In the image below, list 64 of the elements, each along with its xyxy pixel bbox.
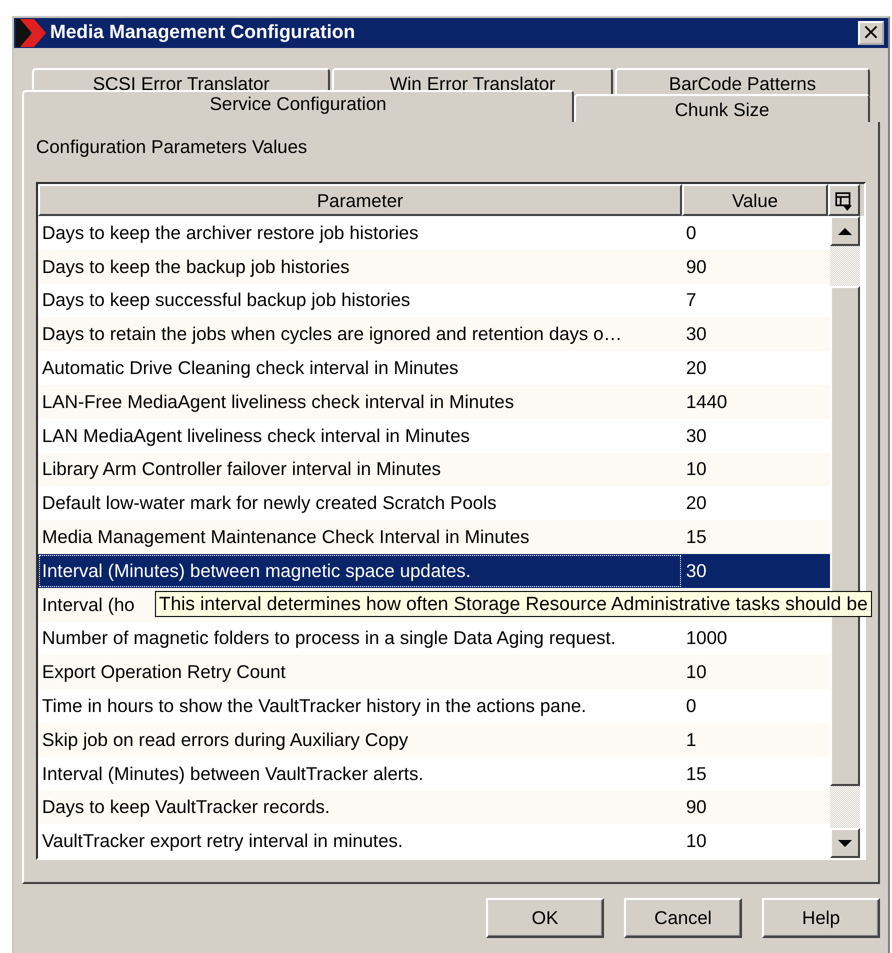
table-cell: Export Operation Retry Count [42,661,286,684]
tab[interactable]: Chunk Size [574,94,870,122]
dialog-button[interactable]: Help [762,898,880,938]
table-cell: 0 [686,222,696,244]
table-cell: Days to retain the jobs when cycles are ignored and retention days o… [42,323,622,346]
table-cell: Days to keep the archiver restore job histories [42,222,418,244]
table-cell: Interval (Minutes) between magnetic space updates. [42,560,471,582]
table-cell: Time in hours to show the VaultTracker history in the actions pane. [42,695,586,718]
table-row[interactable]: Days to retain the jobs when cycles are ignored and retention days o… 30 [38,317,830,352]
close-button[interactable]: × [858,21,884,45]
dialog-button[interactable]: OK [486,898,604,938]
table-row[interactable]: Library Arm Controller failover interval in Minutes 10 [38,452,830,486]
table-cell: 10 [686,458,707,480]
table-cell: 90 [686,796,707,818]
table-cell: Library Arm Controller failover interval in Minutes [42,458,441,480]
table-cell: Days to keep successful backup job histories [42,289,410,312]
table-cell: 30 [686,560,707,582]
table-cell: 7 [686,289,696,312]
table-cell: 0 [686,695,696,718]
chevron-logo-icon [16,19,46,47]
table-row[interactable]: LAN-Free MediaAgent liveliness check interval in Minutes 1440 [38,384,830,419]
table-row[interactable]: Days to keep successful backup job histories 7 [38,284,830,318]
table-cell: 10 [686,830,707,852]
scroll-down-icon[interactable] [830,828,860,858]
table-cell: 10 [686,661,707,684]
table-row[interactable]: Days to keep VaultTracker records. 90 [38,790,830,824]
table-cell: Interval (ho [42,594,135,616]
table-cell: Default low-water mark for newly created Scratch Pools [42,492,496,514]
window-title: Media Management Configuration [50,22,356,44]
table-cell: VaultTracker export retry interval in minutes. [42,830,403,852]
table-cell: 30 [686,323,707,346]
column-header[interactable]: Parameter [38,184,682,216]
column-chooser-icon[interactable] [828,184,860,216]
table-cell: 1 [686,728,696,751]
table-cell: Days to keep the backup job histories [42,256,350,278]
tooltip: This interval determines how often Storage Resource Administrative tasks should be [155,590,872,617]
table-cell: 15 [686,762,707,785]
table-cell: 20 [686,357,707,380]
group-label: Configuration Parameters Values [36,136,308,159]
table-cell: Automatic Drive Cleaning check interval in Minutes [42,357,458,380]
tab[interactable]: BarCode Patterns [614,68,870,96]
scroll-up-icon[interactable] [830,216,860,246]
table-cell: 15 [686,526,707,548]
column-header[interactable]: Value [682,184,828,216]
table-cell: Days to keep VaultTracker records. [42,796,330,818]
table-row[interactable]: Skip job on read errors during Auxiliary Copy 1 [38,722,830,757]
table-cell: Interval (Minutes) between VaultTracker alerts. [42,762,424,785]
table-cell: LAN-Free MediaAgent liveliness check interval in Minutes [42,390,514,413]
table-cell: 1000 [686,627,728,650]
dialog-button[interactable]: Cancel [624,898,742,938]
table-cell: 1440 [686,390,728,413]
tab[interactable]: Service Configuration [22,90,574,122]
table-cell: Media Management Maintenance Check Interval in Minutes [42,526,530,548]
table-row[interactable]: Interval (Minutes) between magnetic space updates. 30 [38,554,830,588]
table-row[interactable]: Days to keep the backup job histories 90 [38,250,830,284]
table-row[interactable]: Number of magnetic folders to process in a single Data Aging request. 1000 [38,622,830,656]
table-cell: LAN MediaAgent liveliness check interval in Minutes [42,424,470,447]
table-cell: Skip job on read errors during Auxiliary Copy [42,728,408,751]
table-cell: 30 [686,424,707,447]
table-row[interactable]: Export Operation Retry Count 10 [38,655,830,690]
table-cell: 20 [686,492,707,514]
table-cell: 90 [686,256,707,278]
table-cell: Number of magnetic folders to process in a single Data Aging request. [42,627,616,650]
table-row[interactable]: Media Management Maintenance Check Interval in Minutes 15 [38,520,830,554]
